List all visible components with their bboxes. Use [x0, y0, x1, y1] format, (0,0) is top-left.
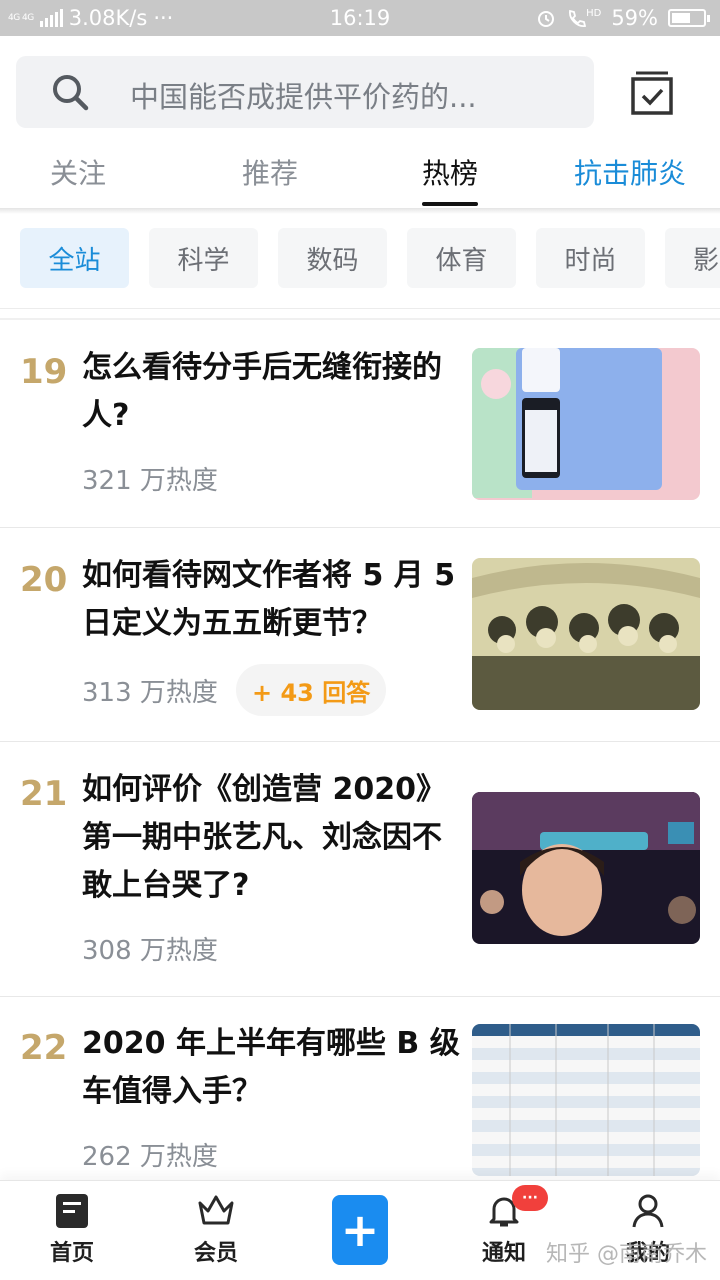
- item-title[interactable]: 怎么看待分手后无缝衔接的人?: [82, 344, 460, 440]
- active-tab-indicator: [422, 202, 478, 206]
- user-icon: [632, 1194, 664, 1228]
- chips-divider: [0, 308, 720, 309]
- battery-percent: 59%: [611, 6, 658, 30]
- item-thumbnail[interactable]: [472, 558, 700, 710]
- list-top-divider: [0, 318, 720, 320]
- heat-count: 262 万热度: [82, 1142, 218, 1172]
- item-title[interactable]: 如何看待网文作者将 5 月 5 日定义为五五断更节？: [82, 552, 460, 648]
- item-title[interactable]: 如何评价《创造营 2020》第一期中张艺凡、刘念因不敢上台哭了?: [82, 766, 460, 910]
- status-right: HD 59%: [536, 6, 710, 30]
- nav-vip[interactable]: 会员: [166, 1193, 266, 1267]
- hd-call-icon: HD: [566, 8, 601, 28]
- hot-item[interactable]: 22 2020 年上半年有哪些 B 级车值得入手？ 262 万热度: [0, 1020, 720, 1180]
- top-tabs: 关注 推荐 热榜 抗击肺炎: [0, 140, 720, 208]
- battery-icon: [668, 9, 710, 27]
- item-thumbnail[interactable]: [472, 1024, 700, 1176]
- tab-recommend[interactable]: 推荐: [242, 152, 298, 192]
- notification-badge: ···: [512, 1185, 548, 1211]
- nav-vip-label: 会员: [193, 1241, 238, 1266]
- create-plus-button[interactable]: +: [332, 1195, 388, 1265]
- new-answers-badge[interactable]: + 43 回答: [236, 664, 387, 716]
- item-separator: [0, 527, 720, 528]
- checkin-icon[interactable]: [628, 70, 676, 116]
- item-title[interactable]: 2020 年上半年有哪些 B 级车值得入手？: [82, 1020, 460, 1116]
- home-icon: [56, 1194, 88, 1228]
- hot-item[interactable]: 19 怎么看待分手后无缝衔接的人? 321 万热度: [0, 340, 720, 526]
- search-bar[interactable]: 中国能否成提供平价药的...: [16, 56, 594, 128]
- plus-icon: +: [340, 1203, 380, 1257]
- tab-follow[interactable]: 关注: [50, 152, 106, 192]
- item-separator: [0, 741, 720, 742]
- search-icon: [53, 75, 89, 111]
- heat-count: 308 万热度: [82, 936, 218, 966]
- tabs-shadow: [0, 208, 720, 214]
- tab-fight-pneumonia[interactable]: 抗击肺炎: [574, 152, 686, 192]
- search-placeholder: 中国能否成提供平价药的...: [130, 80, 477, 114]
- heat-count: 313 万热度: [82, 678, 218, 708]
- item-thumbnail[interactable]: [472, 348, 700, 500]
- alarm-icon: [538, 11, 555, 27]
- chip-science[interactable]: 科学: [149, 228, 258, 288]
- tab-hot-list[interactable]: 热榜: [422, 152, 478, 192]
- hot-item[interactable]: 21 如何评价《创造营 2020》第一期中张艺凡、刘念因不敢上台哭了? 308 …: [0, 766, 720, 996]
- chip-all[interactable]: 全站: [20, 228, 129, 288]
- item-thumbnail[interactable]: [472, 792, 700, 944]
- hd-label: HD: [586, 7, 602, 19]
- watermark: 知乎 @南南乔木: [546, 1242, 707, 1267]
- rank-number: 20: [20, 560, 68, 600]
- nav-home-label: 首页: [49, 1241, 94, 1266]
- rank-number: 19: [20, 352, 68, 392]
- chip-film[interactable]: 影: [665, 228, 720, 288]
- item-separator: [0, 996, 720, 997]
- nav-home[interactable]: 首页: [22, 1193, 122, 1267]
- category-chips: 全站 科学 数码 体育 时尚 影: [0, 228, 720, 288]
- crown-icon: [198, 1195, 234, 1225]
- rank-number: 21: [20, 774, 68, 814]
- rank-number: 22: [20, 1028, 68, 1068]
- hot-item[interactable]: 20 如何看待网文作者将 5 月 5 日定义为五五断更节？ 313 万热度 + …: [0, 552, 720, 740]
- chip-digital[interactable]: 数码: [278, 228, 387, 288]
- nav-notify-label: 通知: [481, 1241, 526, 1266]
- chip-sports[interactable]: 体育: [407, 228, 516, 288]
- heat-count: 321 万热度: [82, 466, 218, 496]
- status-bar: 4G 4G 3.08K/s ··· 16:19 HD 59%: [0, 0, 720, 36]
- chip-fashion[interactable]: 时尚: [536, 228, 645, 288]
